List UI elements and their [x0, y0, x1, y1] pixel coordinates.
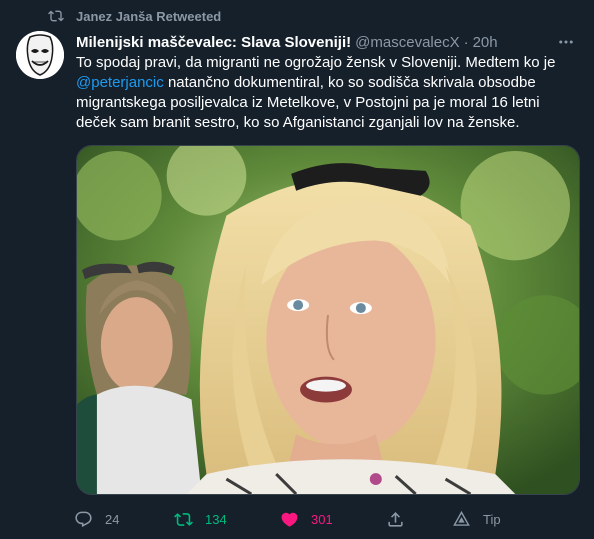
like-button[interactable]: 301 — [280, 507, 333, 531]
avatar[interactable] — [16, 31, 64, 79]
retweet-icon — [48, 8, 64, 24]
share-button[interactable] — [386, 507, 405, 531]
author-name[interactable]: Milenijski maščevalec: Slava Sloveniji! — [76, 34, 351, 51]
reply-button[interactable]: 24 — [74, 507, 119, 531]
more-icon — [559, 40, 573, 44]
tweet-actions: 24 134 301 Tip — [74, 507, 504, 531]
mention-link[interactable]: @peterjancic — [76, 74, 164, 91]
reply-count: 24 — [105, 511, 120, 527]
retweet-action-icon — [174, 512, 193, 526]
tweet-text: To spodaj pravi, da migranti ne ogrožajo… — [76, 53, 581, 133]
tip-button[interactable]: Tip — [452, 507, 501, 531]
separator-dot: · — [463, 33, 469, 51]
tweet-photo[interactable] — [76, 145, 580, 495]
retweet-button[interactable]: 134 — [174, 507, 227, 531]
tip-label: Tip — [483, 511, 501, 527]
retweet-banner[interactable]: Janez Janša Retweeted — [48, 8, 221, 24]
retweet-banner-text: Janez Janša Retweeted — [76, 8, 222, 24]
tweet-text-part1: To spodaj pravi, da migranti ne ogrožajo… — [76, 54, 556, 71]
share-icon — [388, 511, 403, 527]
author-handle[interactable]: @mascevalecX — [355, 34, 459, 51]
like-count: 301 — [311, 511, 333, 527]
reply-icon — [75, 511, 92, 527]
tweet-timestamp[interactable]: 20h — [473, 34, 498, 51]
tweet-header: Milenijski maščevalec: Slava Sloveniji! … — [76, 32, 578, 52]
tip-icon — [453, 510, 470, 526]
retweet-count: 134 — [205, 511, 227, 527]
more-options-button[interactable] — [554, 30, 578, 54]
heart-icon — [281, 512, 298, 527]
